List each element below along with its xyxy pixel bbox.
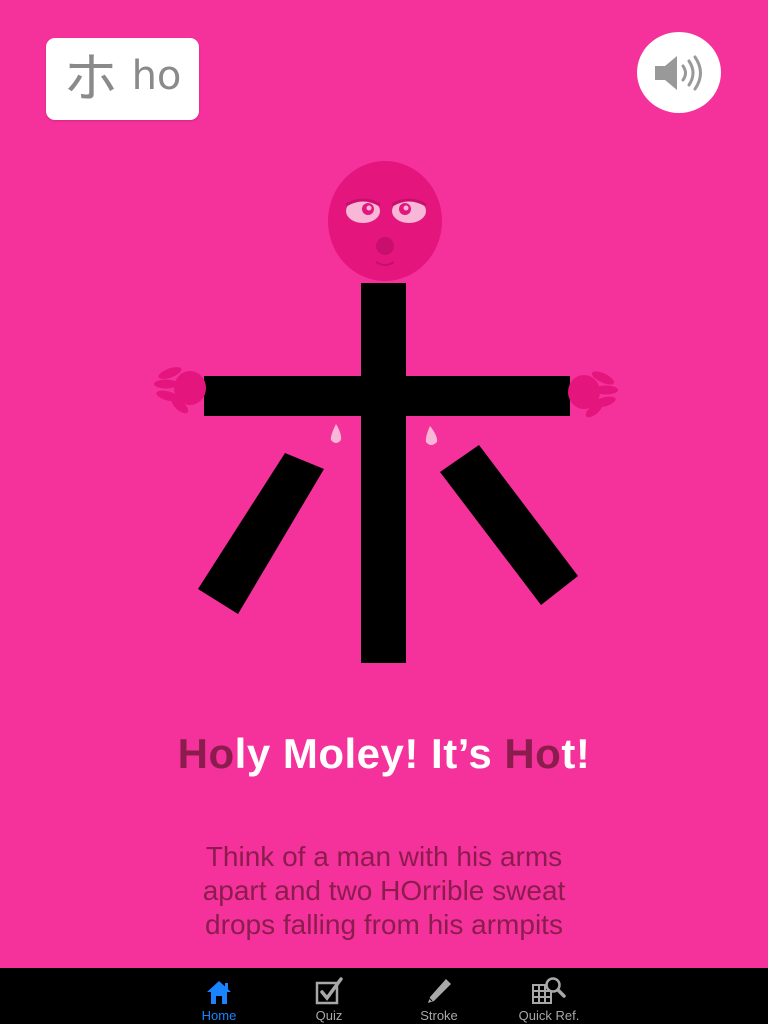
tab-label: Stroke [420,1008,458,1023]
mnemonic-headline: Holy Moley! It’s Hot! [0,730,768,778]
tab-quick-ref[interactable]: Quick Ref. [494,968,604,1024]
sweat-drop-left [330,424,342,443]
left-hand [154,367,206,414]
sweat-drop-right [425,426,438,445]
description-line: apart and two HOrrible sweat [202,875,566,906]
right-hand [568,371,618,418]
checkbox-icon [315,977,343,1005]
kana-illustration [154,161,618,663]
description-line: drops falling from his armpits [205,909,563,940]
description-line: Think of a man with his arms [205,841,563,872]
grid-search-icon [532,977,566,1004]
tab-bar: Home Quiz Stroke Quick Ref. [0,968,768,1024]
tab-label: Quick Ref. [518,1008,580,1023]
right-diagonal-stroke [440,445,578,605]
mnemonic-part: t! [561,730,591,777]
mnemonic-part: Ho [504,730,562,777]
tab-label: Home [201,1008,237,1023]
mnemonic-part: ly Moley! It’s [234,730,505,777]
mnemonic-part: Ho [177,730,235,777]
mnemonic-description: Think of a man with his arms apart and t… [0,840,768,942]
vertical-stroke [361,283,406,663]
tab-quiz[interactable]: Quiz [274,968,384,1024]
horizontal-stroke [204,376,570,416]
tab-stroke[interactable]: Stroke [384,968,494,1024]
character-head [328,161,442,281]
home-icon [207,981,231,1004]
tab-home[interactable]: Home [164,968,274,1024]
left-diagonal-stroke [198,453,324,614]
tab-label: Quiz [315,1008,343,1023]
pencil-icon [428,979,451,1003]
